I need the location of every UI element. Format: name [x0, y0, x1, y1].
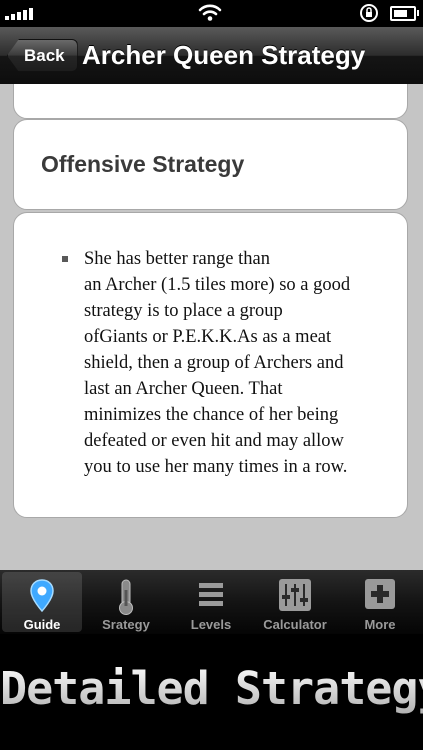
back-button[interactable]: Back [7, 39, 78, 72]
sliders-icon [279, 579, 311, 611]
signal-strength-icon [5, 8, 33, 20]
strategy-line: minimizes the chance of her being [84, 405, 339, 425]
strategy-line: ofGiants or P.E.K.K.As as a meat [84, 327, 332, 347]
strategy-line: She has better range than [84, 249, 270, 269]
strategy-line: last an Archer Queen. That [84, 379, 283, 399]
strategy-text-card: She has better range than an Archer (1.5… [13, 212, 408, 518]
map-pin-icon [30, 579, 54, 613]
tab-levels[interactable]: Levels [171, 572, 251, 632]
tab-guide[interactable]: Guide [2, 572, 82, 632]
strategy-line: strategy is to place a group [84, 301, 283, 321]
promo-banner: Detailed Strategy [0, 634, 423, 750]
tab-more[interactable]: More [340, 572, 420, 632]
strategy-line: shield, then a group of Archers and [84, 353, 344, 373]
tab-strategy[interactable]: Srategy [86, 572, 166, 632]
page-title: Archer Queen Strategy [82, 40, 366, 70]
tab-label: Guide [23, 617, 61, 632]
wifi-icon [198, 4, 222, 21]
battery-level [394, 10, 407, 17]
tab-label: More [364, 617, 396, 632]
status-bar [0, 0, 423, 27]
strategy-line: an Archer (1.5 tiles more) so a good [84, 275, 351, 295]
tab-calculator[interactable]: Calculator [255, 572, 335, 632]
tab-label: Srategy [102, 617, 150, 632]
banner-caption: Detailed Strategy [0, 662, 423, 715]
navigation-bar: Back Archer Queen Strategy [0, 27, 423, 85]
tab-label: Calculator [263, 617, 327, 632]
battery-icon [390, 6, 419, 21]
bullet-marker [62, 256, 68, 262]
section-title: Offensive Strategy [41, 151, 245, 177]
previous-section-card [13, 84, 408, 119]
strategy-line: you to use her many times in a row. [84, 457, 348, 477]
section-heading-card: Offensive Strategy [13, 119, 408, 210]
tab-bar: Guide Srategy Levels Calculator More [0, 570, 423, 634]
content-scroll-area[interactable]: Offensive Strategy She has better range … [0, 84, 423, 570]
rotation-lock-icon [360, 4, 378, 22]
list-lines-icon [199, 583, 223, 606]
strategy-line: defeated or even hit and may allow [84, 431, 344, 451]
tab-label: Levels [190, 617, 232, 632]
plus-icon [365, 579, 395, 609]
thermometer-icon [119, 579, 133, 615]
strategy-paragraph: She has better range than an Archer (1.5… [84, 246, 384, 480]
